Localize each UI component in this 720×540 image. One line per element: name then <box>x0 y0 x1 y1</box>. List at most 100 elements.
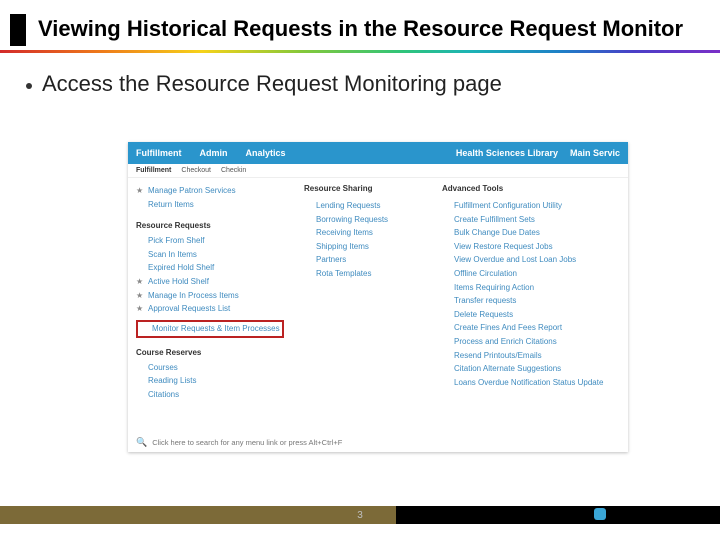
menu-link[interactable]: Resend Printouts/Emails <box>442 349 622 363</box>
menu-search-row[interactable]: 🔍 Click here to search for any menu link… <box>136 437 342 448</box>
menu-link[interactable]: Scan In Items <box>136 248 286 262</box>
menu-link-label: Create Fulfillment Sets <box>454 213 535 227</box>
menu-link-label: Citations <box>148 388 179 402</box>
star-icon: ★ <box>136 275 144 289</box>
menu-column-1: ★ Manage Patron ServicesReturn Items Resou… <box>136 184 286 401</box>
menu-link-label: Rota Templates <box>316 267 371 281</box>
menu-link-label: Manage Patron Services <box>148 184 236 198</box>
slide-title: Viewing Historical Requests in the Resou… <box>38 14 683 46</box>
menu-link-label: Pick From Shelf <box>148 234 204 248</box>
menu-link[interactable]: Create Fines And Fees Report <box>442 321 622 335</box>
menu-link-label: Create Fines And Fees Report <box>454 321 562 335</box>
menu-link[interactable]: Bulk Change Due Dates <box>442 226 622 240</box>
menu-link-label: Fulfillment Configuration Utility <box>454 199 562 213</box>
bullet-text: Access the Resource Request Monitoring p… <box>42 71 502 97</box>
menu-link[interactable]: Fulfillment Configuration Utility <box>442 199 622 213</box>
menu-link[interactable]: View Overdue and Lost Loan Jobs <box>442 253 622 267</box>
menu-link-label: Bulk Change Due Dates <box>454 226 540 240</box>
menu-link[interactable]: ★ Manage Patron Services <box>136 184 286 198</box>
menu-fulfillment[interactable]: Fulfillment <box>136 148 182 158</box>
menu-link-label: Offline Circulation <box>454 267 517 281</box>
col1-subheading: Resource Requests <box>136 221 286 230</box>
menu-link[interactable]: Lending Requests <box>304 199 424 213</box>
menu-link-label: Process and Enrich Citations <box>454 335 557 349</box>
menu-link-label: Receiving Items <box>316 226 373 240</box>
menu-link-label: Manage In Process Items <box>148 289 239 303</box>
menu-columns: ★ Manage Patron ServicesReturn Items Resou… <box>128 178 628 401</box>
menu-link-label: Expired Hold Shelf <box>148 261 214 275</box>
menu-link-label: Delete Requests <box>454 308 513 322</box>
menubar-service: Main Servic <box>570 148 620 158</box>
menu-link[interactable]: Expired Hold Shelf <box>136 261 286 275</box>
col3-heading: Advanced Tools <box>442 184 622 193</box>
help-icon[interactable] <box>594 508 606 520</box>
bullet-dot-icon <box>26 83 32 89</box>
menu-admin[interactable]: Admin <box>200 148 228 158</box>
menu-link-label: Reading Lists <box>148 374 196 388</box>
breadcrumb-checkout: Checkout <box>181 167 211 174</box>
menu-link-label: Approval Requests List <box>148 302 230 316</box>
menu-column-2: Resource Sharing Lending RequestsBorrowi… <box>304 184 424 401</box>
menu-link[interactable]: Items Requiring Action <box>442 281 622 295</box>
menu-link-label: Return Items <box>148 198 194 212</box>
menu-link[interactable]: Receiving Items <box>304 226 424 240</box>
star-icon: ★ <box>136 184 144 198</box>
menu-link-label: Shipping Items <box>316 240 369 254</box>
search-hint: Click here to search for any menu link o… <box>152 438 342 447</box>
slide: Viewing Historical Requests in the Resou… <box>0 0 720 540</box>
star-icon: ★ <box>136 302 144 316</box>
menu-link[interactable]: Courses <box>136 361 286 375</box>
menubar-right: Health Sciences Library Main Servic <box>456 148 620 158</box>
menu-link[interactable]: Process and Enrich Citations <box>442 335 622 349</box>
menu-link-label: Active Hold Shelf <box>148 275 209 289</box>
menu-link-label: Citation Alternate Suggestions <box>454 362 561 376</box>
breadcrumb-bar: Fulfillment Checkout Checkin <box>128 164 628 178</box>
breadcrumb-checkin: Checkin <box>221 167 246 174</box>
menu-link-label: View Overdue and Lost Loan Jobs <box>454 253 576 267</box>
title-row: Viewing Historical Requests in the Resou… <box>0 0 720 46</box>
menu-link[interactable]: Create Fulfillment Sets <box>442 213 622 227</box>
embedded-screenshot: Fulfillment Admin Analytics Health Scien… <box>128 142 628 452</box>
menu-link-label: Monitor Requests & Item Processes <box>152 322 280 336</box>
breadcrumb-section: Fulfillment <box>136 167 171 174</box>
menu-link[interactable]: Offline Circulation <box>442 267 622 281</box>
app-menubar: Fulfillment Admin Analytics Health Scien… <box>128 142 628 164</box>
menu-link-label: Borrowing Requests <box>316 213 388 227</box>
menu-link[interactable]: Shipping Items <box>304 240 424 254</box>
menu-link[interactable]: Partners <box>304 253 424 267</box>
menu-link-label: Partners <box>316 253 346 267</box>
menu-link-label: Courses <box>148 361 178 375</box>
search-icon: 🔍 <box>136 437 147 448</box>
menu-link[interactable]: Transfer requests <box>442 294 622 308</box>
menu-link[interactable]: ★ Approval Requests List <box>136 302 286 316</box>
menu-link[interactable]: Delete Requests <box>442 308 622 322</box>
col1-subheading: Course Reserves <box>136 348 286 357</box>
menu-analytics[interactable]: Analytics <box>246 148 286 158</box>
col2-heading: Resource Sharing <box>304 184 424 193</box>
menu-link-label: View Restore Request Jobs <box>454 240 553 254</box>
menu-link-label: Transfer requests <box>454 294 516 308</box>
menu-link[interactable]: Pick From Shelf <box>136 234 286 248</box>
menu-link[interactable]: Rota Templates <box>304 267 424 281</box>
menu-link[interactable]: Borrowing Requests <box>304 213 424 227</box>
menu-link[interactable]: Citations <box>136 388 286 402</box>
star-icon: ★ <box>136 289 144 303</box>
menu-link-label: Scan In Items <box>148 248 197 262</box>
menubar-left: Fulfillment Admin Analytics <box>136 148 286 158</box>
menu-link[interactable]: View Restore Request Jobs <box>442 240 622 254</box>
menubar-library: Health Sciences Library <box>456 148 558 158</box>
menu-link-label: Loans Overdue Notification Status Update <box>454 376 603 390</box>
menu-link[interactable]: ★ Active Hold Shelf <box>136 275 286 289</box>
menu-column-3: Advanced Tools Fulfillment Configuration… <box>442 184 622 401</box>
menu-link[interactable]: ★ Manage In Process Items <box>136 289 286 303</box>
bullet-row: Access the Resource Request Monitoring p… <box>0 53 720 97</box>
menu-link[interactable]: Monitor Requests & Item Processes <box>136 320 284 338</box>
title-accent-box <box>10 14 26 46</box>
menu-link-label: Lending Requests <box>316 199 381 213</box>
menu-link-label: Resend Printouts/Emails <box>454 349 542 363</box>
menu-link[interactable]: Reading Lists <box>136 374 286 388</box>
menu-link-label: Items Requiring Action <box>454 281 534 295</box>
menu-link[interactable]: Citation Alternate Suggestions <box>442 362 622 376</box>
menu-link[interactable]: Return Items <box>136 198 286 212</box>
menu-link[interactable]: Loans Overdue Notification Status Update <box>442 376 622 390</box>
